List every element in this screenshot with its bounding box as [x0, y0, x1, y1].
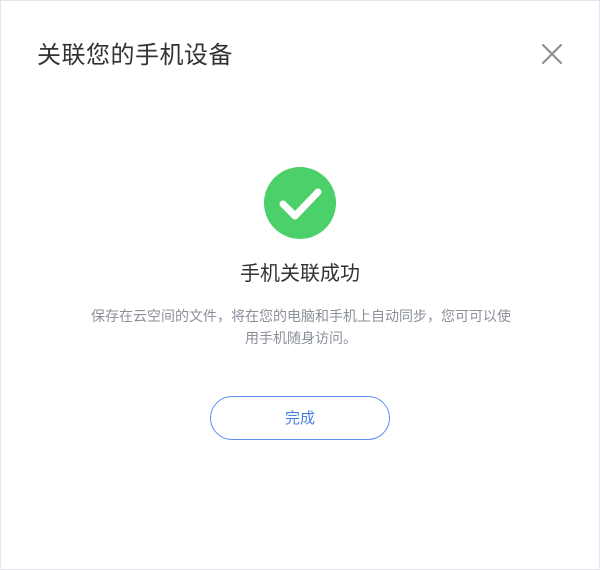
close-icon: [542, 44, 562, 64]
success-description: 保存在云空间的文件，将在您的电脑和手机上自动同步，您可可以使用手机随身访问。: [91, 309, 511, 347]
dialog-title: 关联您的手机设备: [37, 41, 233, 69]
success-headline: 手机关联成功: [240, 261, 360, 285]
success-check-icon: [264, 167, 336, 239]
done-button[interactable]: 完成: [210, 396, 390, 440]
link-phone-dialog: 关联您的手机设备 手机关联成功 保存在云空间的文件，将在您的电脑和手机上自动同步…: [0, 0, 600, 570]
close-button[interactable]: [539, 41, 565, 67]
